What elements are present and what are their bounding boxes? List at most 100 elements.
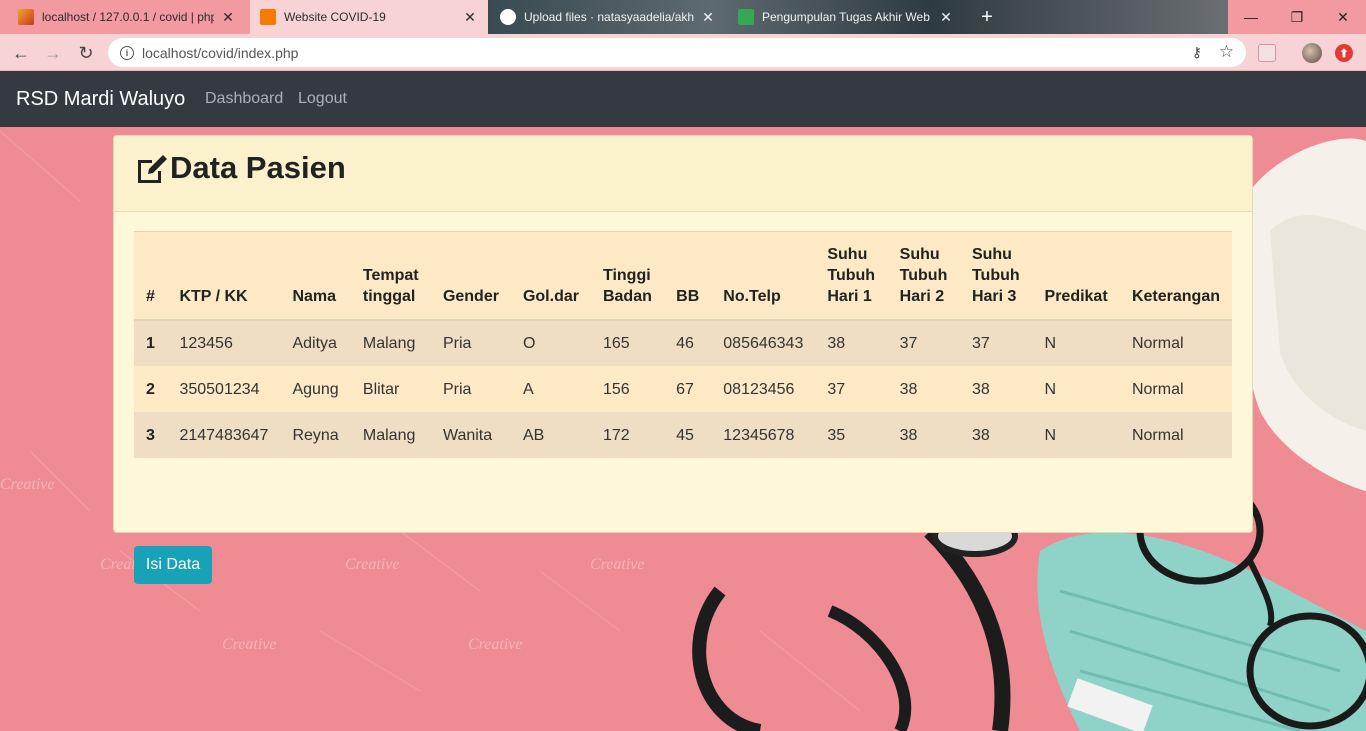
google-classroom-icon	[738, 9, 754, 25]
cell-suhu-hari-2: 38	[899, 380, 918, 398]
url-text: localhost/covid/index.php	[142, 44, 299, 61]
table-row: 3 2147483647 Reyna Malang Wanita AB 172 …	[134, 412, 1232, 458]
cell-bb: 45	[676, 426, 694, 444]
cell-ktp: 350501234	[179, 380, 260, 398]
page-viewport: Creative Creative Creative Creative Crea…	[0, 71, 1366, 731]
column-header: Predikat	[1032, 231, 1120, 321]
cell-gender: Pria	[442, 335, 472, 352]
cell-gol-dar: A	[522, 380, 534, 398]
bookmark-star-icon[interactable]: ☆	[1219, 42, 1234, 62]
extension-icon[interactable]	[1258, 44, 1276, 62]
cell-bb: 46	[676, 335, 694, 352]
cell-bb: 67	[676, 380, 694, 398]
row-number: 3	[146, 426, 155, 444]
tab-label: Website COVID-19	[284, 10, 386, 24]
cell-tinggi-badan: 165	[602, 335, 630, 352]
column-header: Keterangan	[1119, 231, 1232, 321]
phpmyadmin-icon	[18, 9, 34, 25]
cell-suhu-hari-1: 38	[827, 335, 846, 352]
watermark: Creative	[0, 476, 55, 493]
table-row: 1 123456 Aditya Malang Pria O 165 46 085…	[134, 320, 1232, 366]
cell-suhu-hari-2: 38	[899, 426, 918, 444]
top-navbar: RSD Mardi Waluyo Dashboard Logout	[0, 71, 1366, 127]
table-row: 2 350501234 Agung Blitar Pria A 156 67 0…	[134, 366, 1232, 412]
cell-suhu-hari-2: 37	[899, 335, 918, 352]
cell-nama: Agung	[292, 380, 339, 398]
close-icon[interactable]: ✕	[220, 9, 236, 26]
cell-suhu-hari-3: 38	[971, 380, 990, 398]
column-header: Gender	[430, 231, 511, 321]
nav-link-dashboard[interactable]: Dashboard	[205, 90, 283, 108]
watermark: Creative	[345, 556, 400, 573]
new-tab-icon[interactable]: +	[976, 6, 998, 29]
column-header: Suhu Tubuh Hari 3	[959, 231, 1033, 321]
patient-table: # KTP / KK Nama Tempat tinggal Gender Go…	[134, 231, 1232, 458]
browser-tab-classroom[interactable]: Pengumpulan Tugas Akhir Web ✕	[728, 0, 964, 34]
cell-no-telp: 085646343	[723, 335, 804, 352]
tab-label: localhost / 127.0.0.1 / covid | php	[42, 10, 214, 24]
column-header: #	[134, 231, 168, 321]
close-icon[interactable]: ✕	[938, 9, 954, 26]
watermark: Creative	[222, 636, 277, 653]
row-number: 2	[146, 380, 155, 398]
close-icon[interactable]: ✕	[700, 9, 716, 26]
nav-link-logout[interactable]: Logout	[298, 90, 347, 108]
cell-predikat: N	[1044, 335, 1057, 352]
isi-data-button[interactable]: Isi Data	[134, 546, 212, 584]
tab-label: Upload files · natasyaadelia/akhir	[524, 10, 694, 24]
cell-no-telp: 12345678	[723, 426, 795, 444]
minimize-icon[interactable]: —	[1228, 0, 1274, 34]
cell-nama: Aditya	[292, 335, 337, 352]
edit-icon	[138, 155, 167, 183]
column-header: Gol.dar	[510, 231, 591, 321]
browser-tab-github[interactable]: Upload files · natasyaadelia/akhir ✕	[490, 0, 726, 34]
column-header: Tempat tinggal	[350, 231, 431, 321]
window-close-icon[interactable]: ✕	[1320, 0, 1366, 34]
browser-toolbar: ← → ↻ i localhost/covid/index.php ⚷ ☆	[0, 34, 1366, 71]
cell-keterangan: Normal	[1131, 335, 1184, 352]
column-header: No.Telp	[711, 231, 816, 321]
cell-suhu-hari-3: 37	[971, 335, 990, 352]
column-header: Nama	[280, 231, 351, 321]
restore-icon[interactable]: ❐	[1274, 0, 1320, 34]
browser-tab-website-covid[interactable]: Website COVID-19 ✕	[250, 0, 488, 34]
tab-label: Pengumpulan Tugas Akhir Web	[762, 10, 930, 24]
browser-tab-bar: localhost / 127.0.0.1 / covid | php ✕ We…	[0, 0, 1366, 34]
cell-gender: Wanita	[442, 426, 493, 444]
cell-ktp: 2147483647	[179, 426, 269, 444]
cell-nama: Reyna	[292, 426, 339, 444]
column-header: KTP / KK	[167, 231, 281, 321]
close-icon[interactable]: ✕	[462, 9, 478, 26]
cell-gol-dar: O	[522, 335, 536, 352]
cell-tempat-tinggal: Malang	[362, 335, 416, 352]
column-header: Suhu Tubuh Hari 1	[815, 231, 888, 321]
extension-update-icon[interactable]: ⬆	[1335, 44, 1353, 62]
patient-data-card: Data Pasien # KTP / KK Nama Tempat tingg…	[113, 135, 1253, 584]
cell-keterangan: Normal	[1131, 426, 1184, 444]
profile-avatar[interactable]	[1302, 43, 1322, 63]
cell-ktp: 123456	[179, 335, 233, 352]
cell-tempat-tinggal: Blitar	[362, 380, 400, 398]
back-icon[interactable]: ←	[8, 40, 34, 66]
cell-gender: Pria	[442, 380, 472, 398]
cell-gol-dar: AB	[522, 426, 545, 444]
browser-tab-phpmyadmin[interactable]: localhost / 127.0.0.1 / covid | php ✕	[8, 0, 246, 34]
cell-no-telp: 08123456	[723, 380, 795, 398]
cell-keterangan: Normal	[1131, 380, 1184, 398]
row-number: 1	[146, 335, 155, 352]
watermark: Creative	[590, 556, 645, 573]
table-header-row: # KTP / KK Nama Tempat tinggal Gender Go…	[134, 231, 1232, 321]
cell-predikat: N	[1044, 380, 1057, 398]
key-icon[interactable]: ⚷	[1192, 44, 1202, 61]
github-icon	[500, 9, 516, 25]
cell-suhu-hari-1: 37	[827, 380, 846, 398]
page-title: Data Pasien	[170, 150, 346, 185]
watermark: Creative	[468, 636, 523, 653]
address-bar[interactable]: i localhost/covid/index.php ⚷ ☆	[108, 38, 1246, 67]
forward-icon[interactable]: →	[40, 40, 66, 66]
cell-suhu-hari-1: 35	[827, 426, 846, 444]
xampp-icon	[260, 9, 276, 25]
navbar-brand[interactable]: RSD Mardi Waluyo	[16, 88, 185, 111]
reload-icon[interactable]: ↻	[73, 40, 99, 66]
info-icon[interactable]: i	[120, 45, 134, 60]
